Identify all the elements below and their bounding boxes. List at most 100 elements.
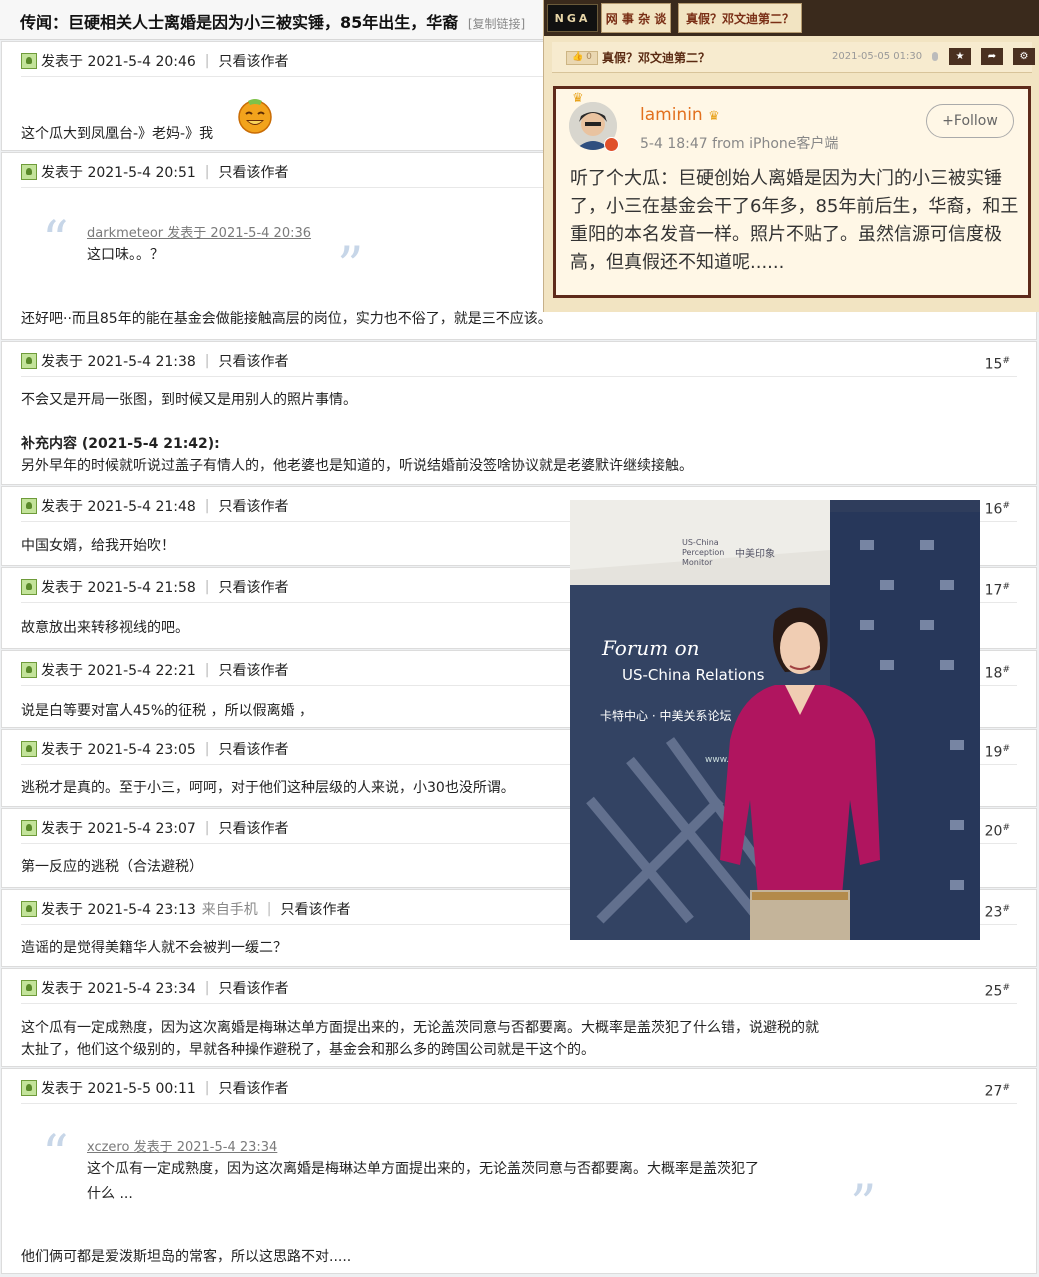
banner-logo-en1: US-China bbox=[682, 538, 719, 547]
star-icon[interactable]: ★ bbox=[949, 48, 971, 65]
user-online-icon bbox=[21, 164, 37, 180]
post-meta: 发表于 2021-5-4 23:34 | 只看该作者 bbox=[21, 978, 289, 998]
post-body: 还好吧··而且85年的能在基金会做能接触高层的岗位，实力也不俗了，就是三不应该。 bbox=[21, 311, 552, 327]
post-meta: 发表于 2021-5-4 21:38 | 只看该作者 bbox=[21, 351, 289, 371]
quote-text: 这个瓜有一定成熟度，因为这次离婚是梅琳达单方面提出来的，无论盖茨同意与否都要离。… bbox=[87, 1161, 759, 1177]
user-online-icon bbox=[21, 1080, 37, 1096]
post-body: 说是白等要对富人45%的征税 ，所以假离婚 ， bbox=[21, 703, 314, 719]
user-online-icon bbox=[21, 498, 37, 514]
post-meta: 发表于 2021-5-4 23:05 | 只看该作者 bbox=[21, 739, 289, 759]
open-quote-icon: “ bbox=[42, 1125, 69, 1185]
only-author-link[interactable]: 只看该作者 bbox=[219, 1078, 289, 1098]
post-meta: 发表于 2021-5-4 20:46 | 只看该作者 bbox=[21, 51, 289, 71]
post-time: 发表于 2021-5-5 00:11 bbox=[41, 1081, 196, 1097]
weibo-time: 5-4 18:47 from iPhone客户端 bbox=[640, 136, 839, 152]
post-meta: 发表于 2021-5-4 23:13 来自手机 | 只看该作者 bbox=[21, 899, 351, 919]
post-body: 中国女婿，给我开始吹！ bbox=[21, 538, 175, 554]
banner-logo-cn: 中美印象 bbox=[735, 547, 775, 560]
floor-number[interactable]: 18# bbox=[985, 665, 1010, 682]
post-body: 故意放出来转移视线的吧。 bbox=[21, 620, 189, 636]
post-time: 发表于 2021-5-4 21:48 bbox=[41, 499, 196, 515]
like-count[interactable]: 👍 0 bbox=[566, 51, 598, 65]
banner-url: www. bbox=[705, 755, 729, 765]
banner-cn-line: 卡特中心 · 中美关系论坛 bbox=[600, 708, 731, 723]
post-body: 这个瓜大到凤凰台-》老妈-》我 bbox=[21, 126, 214, 142]
post-meta: 发表于 2021-5-4 21:48 | 只看该作者 bbox=[21, 496, 289, 516]
post-time: 发表于 2021-5-4 20:51 bbox=[41, 165, 196, 181]
post-time: 发表于 2021-5-4 20:46 bbox=[41, 54, 196, 70]
nga-screenshot: NGA 网 事 杂 谈 真假？邓文迪第二？ 👍 0 真假？邓文迪第二？ 2021… bbox=[543, 0, 1039, 312]
post: 发表于 2021-5-4 23:34 | 只看该作者 25# 这个瓜有一定成熟度… bbox=[1, 968, 1037, 1067]
nga-thread-bar: 👍 0 真假？邓文迪第二？ 2021-05-05 01:30 ★ ➦ ⚙ bbox=[552, 42, 1035, 73]
post-time: 发表于 2021-5-4 23:05 bbox=[41, 742, 196, 758]
topic-title-bar: 传闻：巨硬相关人士离婚是因为小三被实锤，85年出生，华裔 [复制链接] bbox=[0, 0, 543, 40]
post-time: 发表于 2021-5-4 23:13 bbox=[41, 902, 196, 918]
post-body: 逃税才是真的。至于小三，呵呵，对于他们这种层级的人来说，小30也没所谓。 bbox=[21, 780, 515, 796]
banner-logo-en3: Monitor bbox=[682, 558, 713, 567]
only-author-link[interactable]: 只看该作者 bbox=[219, 51, 289, 71]
nga-header: NGA 网 事 杂 谈 真假？邓文迪第二？ bbox=[544, 0, 1039, 36]
post-meta: 发表于 2021-5-4 23:07 | 只看该作者 bbox=[21, 818, 289, 838]
user-online-icon bbox=[21, 980, 37, 996]
banner-forum-line2: US-China Relations bbox=[622, 666, 765, 684]
only-author-link[interactable]: 只看该作者 bbox=[219, 978, 289, 998]
weibo-text: 听了个大瓜：巨硬创始人离婚是因为大门的小三被实锤了，小三在基金会干了6年多，85… bbox=[570, 168, 1019, 273]
post-body-line: 太扯了，他们这个级别的，早就各种操作避税了，基金会和那么多的跨国公司就是干这个的… bbox=[21, 1042, 595, 1058]
gear-icon[interactable]: ⚙ bbox=[1013, 48, 1035, 65]
supplement-text: 另外早年的时候就听说过盖子有情人的，他老婆也是知道的，听说结婚前没签啥协议就是老… bbox=[21, 458, 693, 474]
only-author-link[interactable]: 只看该作者 bbox=[219, 577, 289, 597]
post-meta: 发表于 2021-5-4 22:21 | 只看该作者 bbox=[21, 660, 289, 680]
only-author-link[interactable]: 只看该作者 bbox=[219, 660, 289, 680]
user-online-icon bbox=[21, 353, 37, 369]
post-body: 他们俩可都是爱泼斯坦岛的常客，所以这思路不对..... bbox=[21, 1249, 352, 1265]
nga-tab-forum[interactable]: 网 事 杂 谈 bbox=[601, 3, 671, 33]
floor-number[interactable]: 25# bbox=[985, 983, 1010, 1000]
share-icon[interactable]: ➦ bbox=[981, 48, 1003, 65]
post-body: 造谣的是觉得美籍华人就不会被判一缓二？ bbox=[21, 940, 287, 956]
nga-thread-date: 2021-05-05 01:30 bbox=[832, 51, 923, 62]
only-author-link[interactable]: 只看该作者 bbox=[219, 351, 289, 371]
vip-crown-icon: ♛ bbox=[708, 109, 720, 124]
post-body-line: 这个瓜有一定成熟度，因为这次离婚是梅琳达单方面提出来的，无论盖茨同意与否都要离。… bbox=[21, 1020, 819, 1036]
post-meta: 发表于 2021-5-4 21:58 | 只看该作者 bbox=[21, 577, 289, 597]
floor-number[interactable]: 15# bbox=[985, 356, 1010, 373]
copy-link[interactable]: [复制链接] bbox=[468, 17, 525, 31]
follow-button[interactable]: +Follow bbox=[926, 104, 1014, 138]
supplement-heading: 补充内容 (2021-5-4 21:42): bbox=[21, 436, 220, 452]
post: 发表于 2021-5-4 21:38 | 只看该作者 15# 不会又是开局一张图… bbox=[1, 341, 1037, 485]
post-time: 发表于 2021-5-4 23:07 bbox=[41, 821, 196, 837]
close-quote-icon: ” bbox=[850, 1175, 877, 1235]
weibo-username[interactable]: laminin ♛ bbox=[640, 105, 720, 125]
only-author-link[interactable]: 只看该作者 bbox=[219, 739, 289, 759]
user-online-icon bbox=[21, 53, 37, 69]
user-online-icon bbox=[21, 901, 37, 917]
post-time: 发表于 2021-5-4 21:38 bbox=[41, 354, 196, 370]
post-time: 发表于 2021-5-4 21:58 bbox=[41, 580, 196, 596]
nga-thread-title: 真假？邓文迪第二？ bbox=[602, 51, 711, 65]
only-author-link[interactable]: 只看该作者 bbox=[219, 818, 289, 838]
only-author-link[interactable]: 只看该作者 bbox=[281, 899, 351, 919]
laughing-emoji-icon bbox=[238, 99, 272, 134]
forum-photo: US-China Perception Monitor 中美印象 Forum o… bbox=[570, 500, 980, 940]
floor-number[interactable]: 23# bbox=[985, 904, 1010, 921]
user-online-icon bbox=[21, 579, 37, 595]
only-author-link[interactable]: 只看该作者 bbox=[219, 496, 289, 516]
quote-text: 这口味。。？ bbox=[87, 247, 164, 263]
floor-number[interactable]: 19# bbox=[985, 744, 1010, 761]
only-author-link[interactable]: 只看该作者 bbox=[219, 162, 289, 182]
post-time: 发表于 2021-5-4 23:34 bbox=[41, 981, 196, 997]
post: 发表于 2021-5-5 00:11 | 只看该作者 27# “ xczero … bbox=[1, 1068, 1037, 1274]
post-time: 发表于 2021-5-4 22:21 bbox=[41, 663, 196, 679]
floor-number[interactable]: 16# bbox=[985, 501, 1010, 518]
post-meta: 发表于 2021-5-4 20:51 | 只看该作者 bbox=[21, 162, 289, 182]
user-online-icon bbox=[21, 662, 37, 678]
floor-number[interactable]: 20# bbox=[985, 823, 1010, 840]
floor-number[interactable]: 27# bbox=[985, 1083, 1010, 1100]
user-online-icon bbox=[21, 741, 37, 757]
device-label: 来自手机 bbox=[201, 902, 258, 918]
floor-number[interactable]: 17# bbox=[985, 582, 1010, 599]
banner-logo-en2: Perception bbox=[682, 548, 724, 557]
nga-tab-thread[interactable]: 真假？邓文迪第二？ bbox=[678, 3, 802, 33]
user-online-icon bbox=[21, 820, 37, 836]
verified-badge-icon bbox=[604, 137, 619, 152]
